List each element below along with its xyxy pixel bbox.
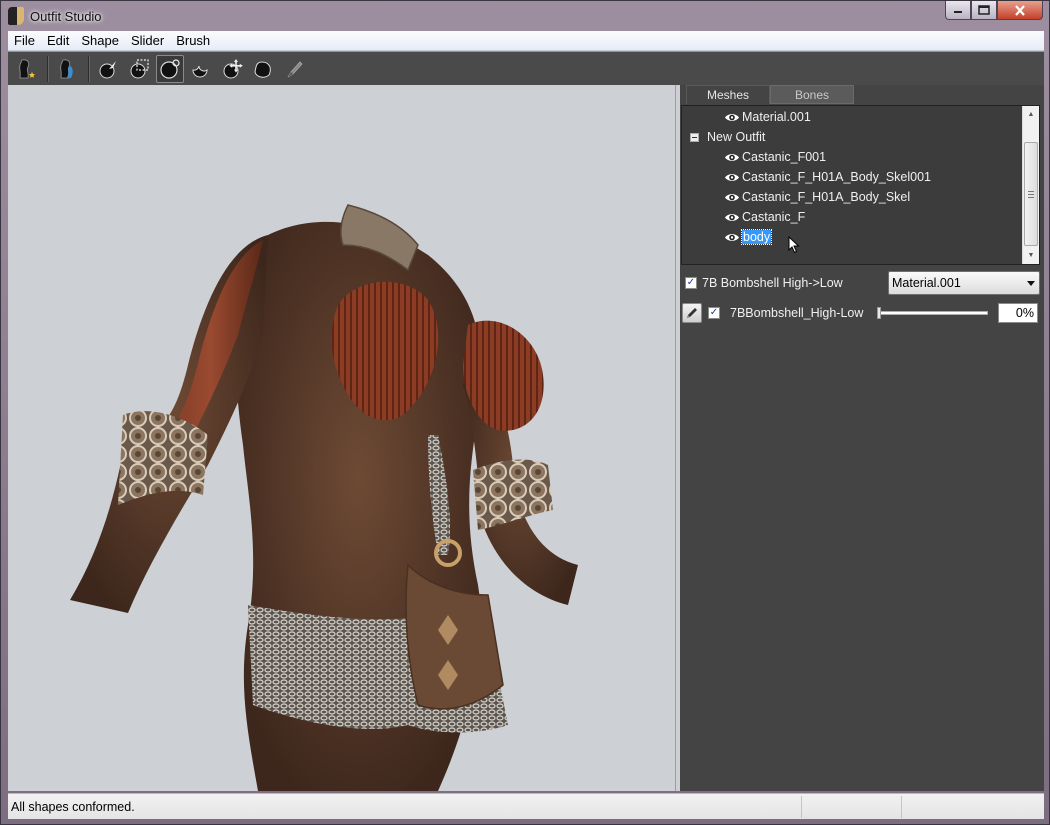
- shape-row: ✓ 7B Bombshell High->Low Material.001: [680, 270, 1044, 296]
- weight-brush-button[interactable]: [280, 55, 308, 83]
- menu-bar: File Edit Shape Slider Brush: [8, 31, 1044, 51]
- minimize-button[interactable]: [945, 1, 971, 20]
- tree-item-selected[interactable]: body: [724, 227, 773, 247]
- tree-item-label: Castanic_F001: [742, 150, 827, 164]
- slider-checkbox[interactable]: ✓: [708, 307, 720, 319]
- close-icon: [1015, 4, 1025, 16]
- slider-label: 7BBombshell_High-Low: [730, 306, 864, 320]
- slider-thumb[interactable]: [877, 307, 881, 319]
- mask-brush-button[interactable]: [125, 55, 153, 83]
- deflate-brush-icon: [192, 65, 208, 77]
- chevron-down-icon: [1027, 281, 1035, 286]
- tab-bones[interactable]: Bones: [770, 85, 854, 104]
- tree-item-label: Castanic_F: [742, 210, 806, 224]
- status-text: All shapes conformed.: [11, 799, 135, 814]
- smooth-brush-button[interactable]: [249, 55, 277, 83]
- close-button[interactable]: [997, 1, 1043, 20]
- menu-brush[interactable]: Brush: [170, 33, 216, 48]
- load-outfit-icon: [60, 58, 73, 78]
- scroll-thumb[interactable]: [1024, 142, 1038, 246]
- menu-edit[interactable]: Edit: [41, 33, 75, 48]
- material-dropdown-value: Material.001: [892, 276, 961, 290]
- deflate-brush-button[interactable]: [187, 55, 215, 83]
- tree-item[interactable]: Castanic_F: [724, 207, 805, 227]
- right-panel: Meshes Bones Material.001 New Outfit Cas…: [680, 85, 1044, 791]
- eye-icon[interactable]: [724, 172, 740, 183]
- tree-item[interactable]: Material.001: [724, 107, 811, 127]
- tree-scrollbar[interactable]: ▲ ▼: [1022, 106, 1039, 264]
- minimize-icon: [954, 11, 962, 13]
- toolbar-separator: [47, 55, 49, 82]
- tree-item-label: body: [740, 229, 773, 245]
- scroll-down-icon[interactable]: ▼: [1023, 247, 1039, 264]
- app-logo-icon: [8, 7, 24, 25]
- status-cell: [901, 795, 1001, 818]
- window-title: Outfit Studio: [30, 8, 102, 24]
- material-dropdown[interactable]: Material.001: [888, 271, 1040, 295]
- tree-group[interactable]: New Outfit: [690, 127, 765, 147]
- tree-item-label: Castanic_F_H01A_Body_Skel: [742, 190, 911, 204]
- tree-item[interactable]: Castanic_F_H01A_Body_Skel: [724, 187, 910, 207]
- tree-group-label: New Outfit: [707, 130, 766, 144]
- eye-icon[interactable]: [724, 152, 740, 163]
- title-bar[interactable]: Outfit Studio: [1, 1, 1049, 31]
- shape-label: 7B Bombshell High->Low: [702, 276, 843, 290]
- 3d-viewport[interactable]: [8, 85, 675, 791]
- menu-slider[interactable]: Slider: [125, 33, 170, 48]
- tree-item[interactable]: Castanic_F_H01A_Body_Skel001: [724, 167, 931, 187]
- eye-icon[interactable]: [724, 112, 740, 123]
- load-outfit-button[interactable]: [53, 55, 81, 83]
- select-brush-button[interactable]: [94, 55, 122, 83]
- tree-item-label: Material.001: [742, 110, 811, 124]
- move-brush-icon: [223, 58, 243, 78]
- maximize-icon: [978, 5, 990, 15]
- load-reference-button[interactable]: [12, 55, 40, 83]
- scroll-up-icon[interactable]: ▲: [1023, 106, 1039, 123]
- mesh-tree[interactable]: Material.001 New Outfit Castanic_F001 Ca…: [681, 105, 1040, 265]
- eye-icon[interactable]: [724, 232, 740, 243]
- eye-icon[interactable]: [724, 212, 740, 223]
- status-bar: All shapes conformed.: [8, 793, 1044, 819]
- menu-file[interactable]: File: [8, 33, 41, 48]
- weight-brush-icon: [287, 60, 303, 77]
- eye-icon[interactable]: [724, 192, 740, 203]
- slider-track[interactable]: [878, 311, 988, 315]
- caption-buttons: [945, 1, 1043, 20]
- shape-checkbox[interactable]: ✓: [685, 277, 697, 289]
- inflate-brush-button[interactable]: [156, 54, 184, 83]
- slider-value-field[interactable]: 0%: [998, 303, 1038, 323]
- panel-tabs: Meshes Bones: [680, 85, 1044, 105]
- mask-brush-icon: [130, 58, 149, 78]
- outfit-studio-window: Outfit Studio File Edit Shape Slider Bru…: [0, 0, 1050, 825]
- toolbar: [8, 52, 1044, 85]
- tree-item-label: Castanic_F_H01A_Body_Skel001: [742, 170, 932, 184]
- smooth-brush-icon: [254, 60, 271, 78]
- outfit-mesh-render: [70, 204, 578, 791]
- toolbar-separator: [88, 55, 90, 82]
- select-brush-icon: [99, 60, 116, 78]
- slider-row: ✓ 7BBombshell_High-Low 0%: [680, 300, 1044, 326]
- edit-slider-button[interactable]: [682, 303, 702, 323]
- status-cell: [801, 795, 901, 818]
- mouse-cursor-icon: [788, 236, 800, 254]
- load-reference-icon: [19, 58, 35, 78]
- collapse-icon[interactable]: [690, 132, 699, 142]
- pencil-icon: [687, 308, 697, 318]
- menu-shape[interactable]: Shape: [75, 33, 125, 48]
- inflate-brush-icon: [160, 58, 180, 79]
- tree-item[interactable]: Castanic_F001: [724, 147, 826, 167]
- tab-meshes[interactable]: Meshes: [686, 85, 770, 104]
- maximize-button[interactable]: [971, 1, 997, 20]
- move-brush-button[interactable]: [218, 55, 246, 83]
- slider-value-text: 0%: [1015, 306, 1034, 320]
